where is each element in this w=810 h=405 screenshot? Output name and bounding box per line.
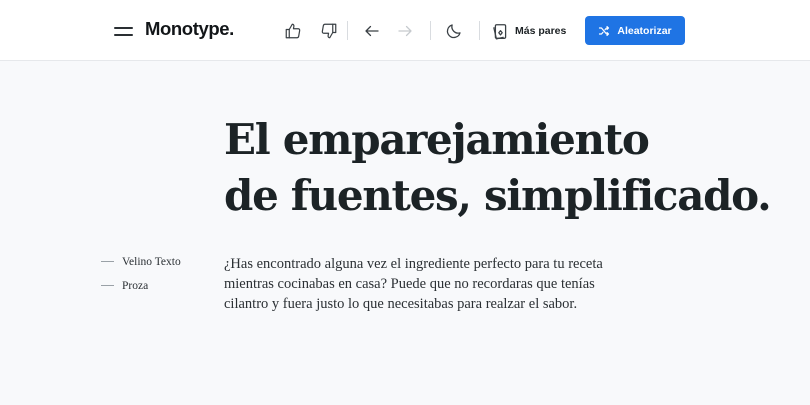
moon-icon[interactable]: [443, 20, 465, 42]
shuffle-button[interactable]: Aleatorizar: [585, 16, 685, 45]
divider: [430, 21, 431, 40]
shuffle-label: Aleatorizar: [617, 24, 672, 37]
divider: [347, 21, 348, 40]
dash-icon: [101, 285, 114, 286]
menu-icon[interactable]: [114, 24, 134, 38]
body-line: cilantro y fuera justo lo que necesitaba…: [224, 296, 578, 312]
font-legend: Velino Texto Proza: [101, 255, 181, 303]
body-line: mientras cocinabas en casa? Puede que no…: [224, 276, 595, 292]
top-bar: Monotype. Más pares Aleatorizar: [0, 0, 810, 61]
body-line: ¿Has encontrado alguna vez el ingredient…: [224, 256, 603, 272]
divider: [479, 21, 480, 40]
legend-item-body-font[interactable]: Proza: [101, 279, 181, 292]
arrow-left-icon[interactable]: [361, 20, 383, 42]
cards-icon: [493, 23, 507, 40]
thumbs-up-icon[interactable]: [282, 20, 304, 42]
shuffle-icon: [599, 25, 610, 36]
body-paragraph: ¿Has encontrado alguna vez el ingredient…: [224, 254, 674, 314]
headline: El emparejamiento de fuentes, simplifica…: [224, 112, 804, 224]
more-pairs-label: Más pares: [515, 25, 567, 37]
legend-item-heading-font[interactable]: Velino Texto: [101, 255, 181, 268]
arrow-right-icon[interactable]: [394, 20, 416, 42]
legend-label: Proza: [122, 279, 149, 292]
dash-icon: [101, 261, 114, 262]
headline-line: de fuentes, simplificado.: [224, 171, 772, 220]
legend-label: Velino Texto: [122, 255, 181, 268]
logo[interactable]: Monotype.: [145, 18, 234, 40]
headline-line: El emparejamiento: [224, 115, 650, 164]
more-pairs-button[interactable]: Más pares: [492, 19, 566, 43]
thumbs-down-icon[interactable]: [318, 20, 340, 42]
